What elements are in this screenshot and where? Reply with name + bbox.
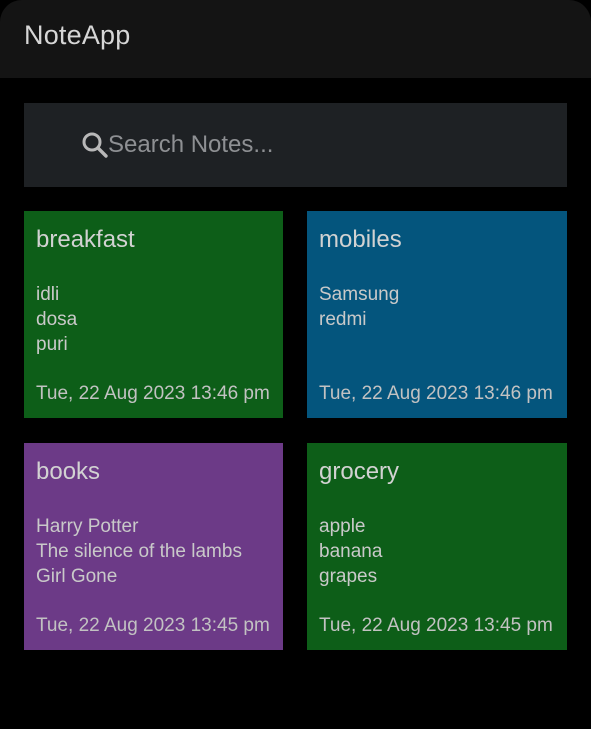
app-bar: NoteApp bbox=[0, 0, 591, 78]
note-title: breakfast bbox=[36, 226, 135, 253]
search-input[interactable] bbox=[108, 125, 548, 165]
note-date: Tue, 22 Aug 2023 13:45 pm bbox=[36, 615, 270, 636]
note-card-breakfast[interactable]: breakfast idli dosa puri Tue, 22 Aug 202… bbox=[24, 211, 283, 418]
note-line: Girl Gone bbox=[36, 566, 118, 587]
note-line: idli bbox=[36, 284, 60, 305]
search-bar[interactable] bbox=[24, 103, 567, 187]
note-date: Tue, 22 Aug 2023 13:45 pm bbox=[319, 615, 553, 636]
note-content: apple banana grapes bbox=[319, 514, 382, 589]
note-content: Samsung redmi bbox=[319, 282, 399, 332]
note-date: Tue, 22 Aug 2023 13:46 pm bbox=[36, 383, 270, 404]
note-line: apple bbox=[319, 516, 366, 537]
note-line: The silence of the lambs bbox=[36, 541, 242, 562]
note-line: Samsung bbox=[319, 284, 400, 305]
note-title: books bbox=[36, 458, 101, 485]
note-line: banana bbox=[319, 541, 383, 562]
note-date: Tue, 22 Aug 2023 13:46 pm bbox=[319, 383, 553, 404]
note-card-grocery[interactable]: grocery apple banana grapes Tue, 22 Aug … bbox=[307, 443, 567, 650]
note-content: idli dosa puri bbox=[36, 282, 77, 357]
app-root: NoteApp breakfast idli dosa puri Tue, 22… bbox=[0, 0, 591, 729]
note-title: grocery bbox=[319, 458, 400, 485]
note-line: Harry Potter bbox=[36, 516, 139, 537]
note-card-books[interactable]: books Harry Potter The silence of the la… bbox=[24, 443, 283, 650]
search-icon bbox=[82, 132, 108, 158]
note-content: Harry Potter The silence of the lambs Gi… bbox=[36, 514, 242, 589]
note-title: mobiles bbox=[319, 226, 402, 253]
note-line: grapes bbox=[319, 566, 378, 587]
app-title: NoteApp bbox=[24, 20, 131, 50]
note-card-mobiles[interactable]: mobiles Samsung redmi Tue, 22 Aug 2023 1… bbox=[307, 211, 567, 418]
note-line: dosa bbox=[36, 309, 78, 330]
note-line: puri bbox=[36, 334, 68, 355]
note-line: redmi bbox=[319, 309, 367, 330]
